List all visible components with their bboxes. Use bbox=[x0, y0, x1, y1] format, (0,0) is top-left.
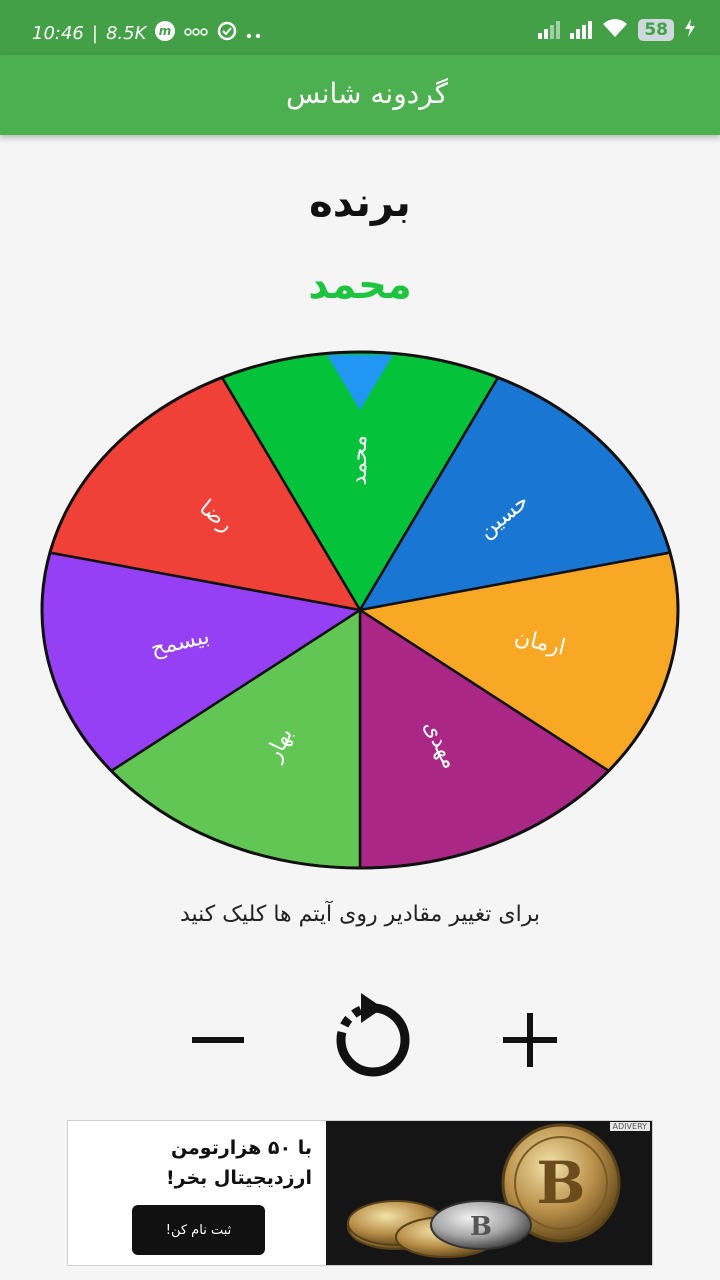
charging-icon bbox=[684, 19, 696, 41]
app-title: گردونه شانس bbox=[286, 77, 448, 110]
data-saver-icon bbox=[216, 20, 238, 47]
ad-line-2: ارزدیجیتال بخر! bbox=[165, 1167, 312, 1190]
add-item-button[interactable] bbox=[480, 990, 580, 1090]
bitcoin-coins-illustration: B B bbox=[347, 1123, 621, 1258]
svg-text:B: B bbox=[536, 1149, 585, 1217]
messenger-icon: m bbox=[154, 20, 176, 47]
ad-line-1: با ۵۰ هزارتومن bbox=[170, 1137, 312, 1159]
spin-button[interactable] bbox=[323, 990, 423, 1090]
wheel-segment-label: محمد bbox=[347, 435, 372, 485]
winner-name: محمد bbox=[308, 262, 412, 308]
signal-1-icon bbox=[538, 21, 561, 39]
minus-icon bbox=[192, 1037, 244, 1043]
dots-icon bbox=[184, 23, 209, 44]
hint-text: برای تغییر مقادیر روی آیتم ها کلیک کنید bbox=[179, 902, 541, 927]
more-notifications-icon bbox=[246, 23, 262, 44]
status-left: 10:46 | 8.5K m bbox=[32, 20, 262, 47]
wheel[interactable]: محمدحسینارمانمهدیبهاربیسمحرضا bbox=[0, 340, 720, 880]
status-bar: 10:46 | 8.5K m 58 bbox=[0, 0, 720, 55]
ad-network-badge: ADIVERY bbox=[609, 1122, 650, 1131]
battery-level: 58 bbox=[638, 19, 674, 41]
status-separator: | bbox=[91, 23, 98, 44]
plus-icon bbox=[503, 1013, 557, 1067]
rotate-icon bbox=[336, 993, 410, 1077]
wifi-icon bbox=[602, 18, 628, 42]
winner-label: برنده bbox=[309, 180, 411, 226]
svg-text:m: m bbox=[159, 24, 172, 38]
ad-banner[interactable]: با ۵۰ هزارتومن ارزدیجیتال بخر! ثبت نام ک… bbox=[67, 1120, 653, 1266]
status-right: 58 bbox=[538, 18, 696, 42]
signal-2-icon bbox=[570, 21, 593, 39]
ad-text: با ۵۰ هزارتومن ارزدیجیتال بخر! bbox=[82, 1133, 312, 1194]
net-speed: 8.5K bbox=[105, 23, 147, 44]
ad-image: B B ADIVERY bbox=[326, 1121, 652, 1265]
svg-text:B: B bbox=[470, 1212, 492, 1242]
status-time: 10:46 bbox=[32, 23, 84, 44]
remove-item-button[interactable] bbox=[168, 990, 268, 1090]
ad-signup-button[interactable]: ثبت نام کن! bbox=[132, 1205, 265, 1255]
app-bar: گردونه شانس bbox=[0, 55, 720, 135]
